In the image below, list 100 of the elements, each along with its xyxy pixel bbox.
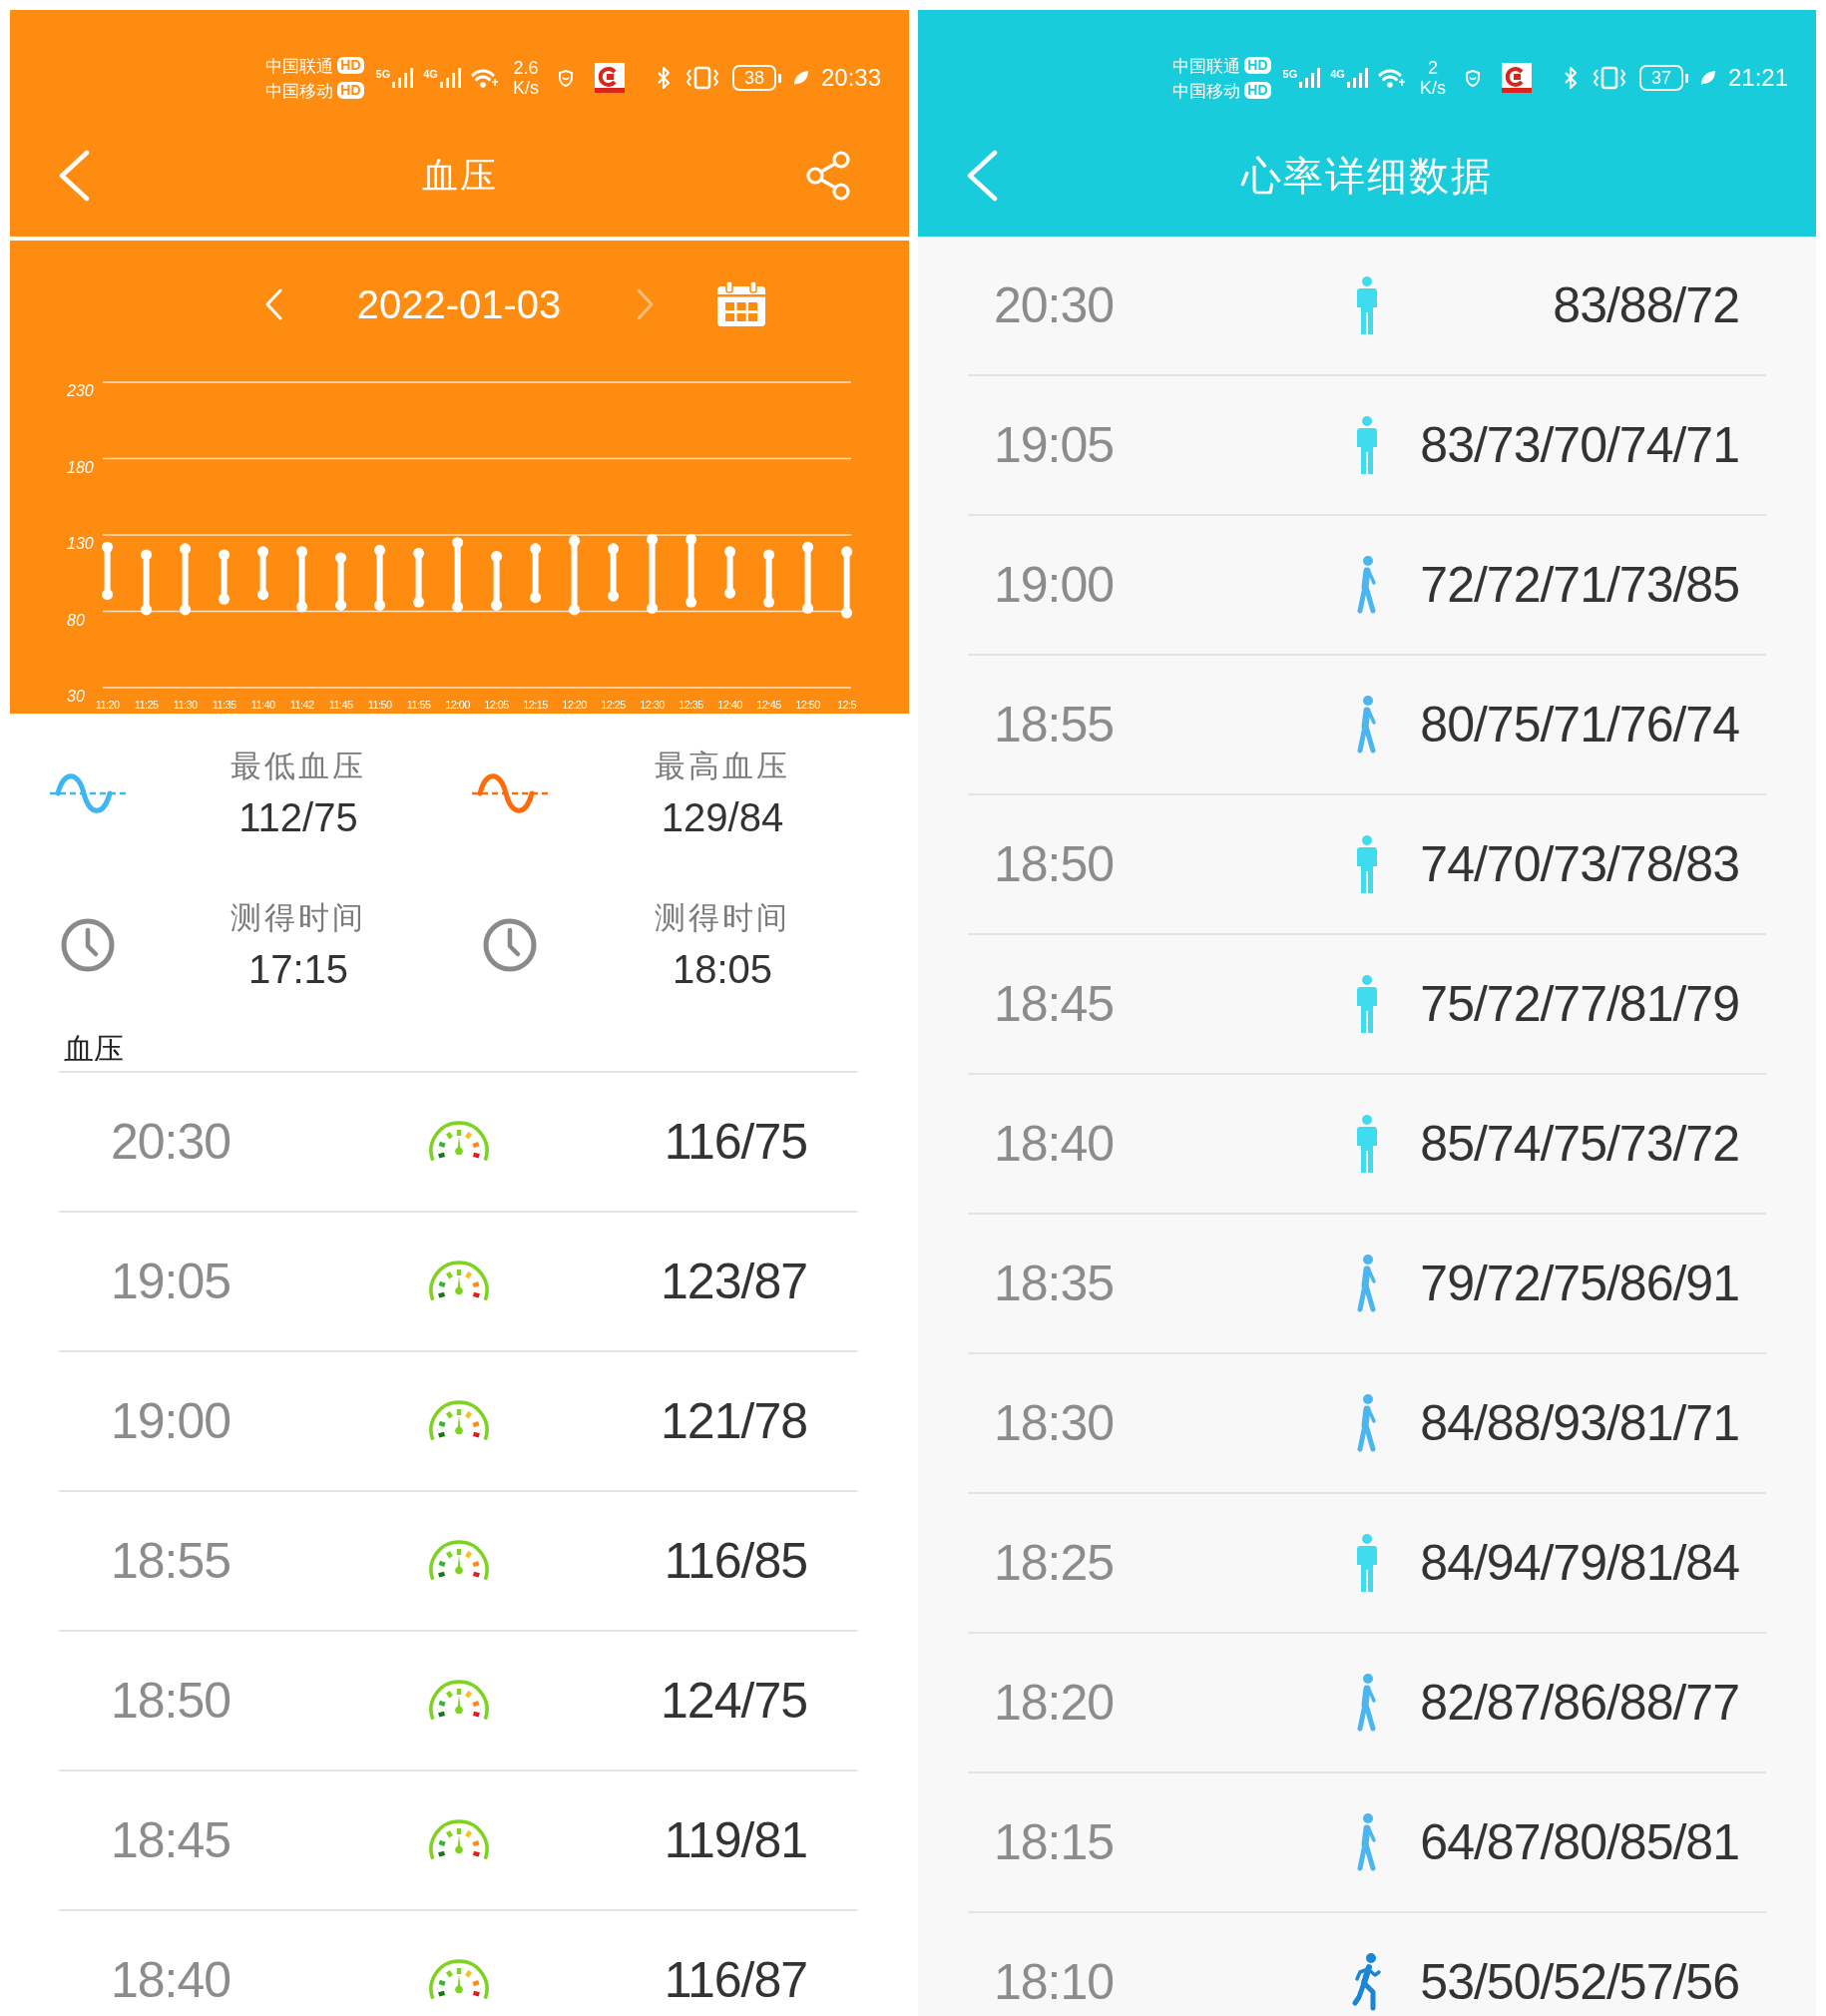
walking-person-icon — [1354, 556, 1379, 614]
leaf-icon — [1699, 70, 1716, 86]
data-point — [413, 596, 425, 608]
summary-label: 测得时间 — [230, 898, 366, 937]
x-axis-label: 11:35 — [212, 699, 236, 711]
carrier-name: 中国移动 — [1172, 79, 1241, 102]
x-axis-label: 12:05 — [484, 699, 509, 711]
x-axis-label: 12:45 — [756, 699, 781, 711]
data-point — [724, 546, 736, 558]
signal-icon — [1346, 68, 1369, 88]
reading-value: 75/72/77/81/79 — [1420, 975, 1739, 1033]
x-axis-label: 12:00 — [445, 699, 470, 711]
x-axis-label: 12:50 — [795, 699, 820, 711]
gauge-icon — [428, 1958, 490, 2002]
summary-value: 129/84 — [661, 794, 784, 841]
reading-value: 72/72/71/73/85 — [1420, 556, 1739, 614]
shield-icon — [558, 69, 573, 87]
carrier-name: 中国联通 — [1172, 54, 1241, 77]
reading-value: 121/78 — [661, 1392, 807, 1450]
carrier-name: 中国联通 — [265, 54, 334, 77]
x-axis-label: 12:20 — [562, 699, 587, 711]
reading-time: 18:55 — [111, 1532, 231, 1590]
chevron-left-icon — [966, 150, 998, 202]
data-point — [219, 593, 230, 605]
sine-wave-icon — [48, 773, 128, 813]
gauge-icon — [428, 1260, 490, 1303]
hd-badge: HD — [1244, 57, 1271, 74]
app-icon — [1501, 63, 1532, 93]
reading-time: 18:35 — [994, 1255, 1115, 1312]
summary-value: 18:05 — [672, 946, 773, 993]
standing-person-icon — [1354, 975, 1379, 1033]
reading-time: 18:55 — [994, 696, 1115, 754]
share-icon — [805, 151, 851, 201]
gauge-icon — [428, 1399, 490, 1443]
y-axis-label: 230 — [67, 382, 94, 399]
reading-time: 18:45 — [994, 975, 1115, 1033]
x-axis-label: 11:40 — [250, 699, 275, 711]
reading-value: 84/94/79/81/84 — [1420, 1534, 1739, 1592]
signal-icon — [392, 68, 415, 88]
x-axis-label: 11:45 — [328, 699, 353, 711]
reading-value: 53/50/52/57/56 — [1420, 1953, 1739, 2011]
standing-person-icon — [1354, 416, 1379, 474]
y-axis-label: 130 — [67, 535, 94, 552]
walking-person-icon — [1354, 696, 1379, 754]
reading-time: 18:40 — [111, 1951, 231, 2009]
reading-time: 18:25 — [994, 1534, 1115, 1592]
network-speed: 2 K/s — [1419, 58, 1446, 98]
chevron-left-icon — [263, 287, 283, 321]
data-point — [608, 590, 620, 602]
summary-label: 最高血压 — [655, 747, 790, 785]
data-point — [296, 546, 308, 558]
reading-time: 19:00 — [111, 1392, 231, 1450]
walking-person-icon — [1354, 1255, 1379, 1312]
reading-value: 74/70/73/78/83 — [1420, 835, 1739, 893]
sine-wave-icon — [470, 773, 550, 813]
data-point — [141, 549, 153, 561]
reading-time: 20:30 — [111, 1113, 231, 1171]
reading-time: 18:45 — [111, 1811, 231, 1869]
running-person-icon — [1351, 1953, 1382, 2011]
data-point — [763, 549, 775, 561]
reading-time: 18:50 — [111, 1672, 231, 1730]
x-axis-label: 11:50 — [367, 699, 392, 711]
data-point — [763, 596, 775, 608]
data-point — [102, 541, 114, 553]
data-point — [491, 550, 503, 562]
network-type-label: 5G — [375, 68, 391, 80]
reading-value: 82/87/86/88/77 — [1420, 1674, 1739, 1732]
data-point — [180, 543, 192, 555]
reading-time: 19:05 — [994, 416, 1115, 474]
gauge-icon — [428, 1120, 490, 1164]
hd-badge: HD — [1244, 82, 1271, 99]
data-point — [102, 589, 114, 601]
reading-value: 124/75 — [661, 1672, 807, 1730]
summary-value: 112/75 — [238, 794, 358, 841]
battery-indicator: 38 — [731, 65, 781, 91]
reading-time: 18:10 — [994, 1953, 1115, 2011]
screen-title: 血压 — [421, 154, 498, 198]
y-axis-label: 30 — [67, 688, 85, 705]
summary-value: 17:15 — [247, 946, 349, 993]
x-axis-label: 11:30 — [173, 699, 198, 711]
chevron-left-icon — [58, 150, 90, 202]
shield-icon — [1465, 69, 1480, 87]
data-point — [724, 587, 736, 599]
screen-title: 心率详细数据 — [1241, 152, 1493, 201]
standing-person-icon — [1354, 835, 1379, 893]
reading-value: 64/87/80/85/81 — [1420, 1813, 1739, 1871]
calendar-button[interactable] — [715, 281, 767, 327]
standing-person-icon — [1354, 1115, 1379, 1173]
section-title: 血压 — [64, 1030, 124, 1068]
clock-icon — [483, 918, 537, 972]
date-label: 2022-01-03 — [355, 281, 563, 328]
standing-person-icon — [1354, 276, 1379, 334]
reading-time: 18:20 — [994, 1674, 1115, 1732]
walking-person-icon — [1354, 1394, 1379, 1452]
vibrate-icon — [684, 66, 720, 90]
calendar-icon — [715, 281, 767, 327]
x-axis-label: 11:25 — [134, 699, 159, 711]
leaf-icon — [792, 70, 809, 86]
reading-time: 18:40 — [994, 1115, 1115, 1173]
carrier-name: 中国移动 — [265, 79, 334, 102]
